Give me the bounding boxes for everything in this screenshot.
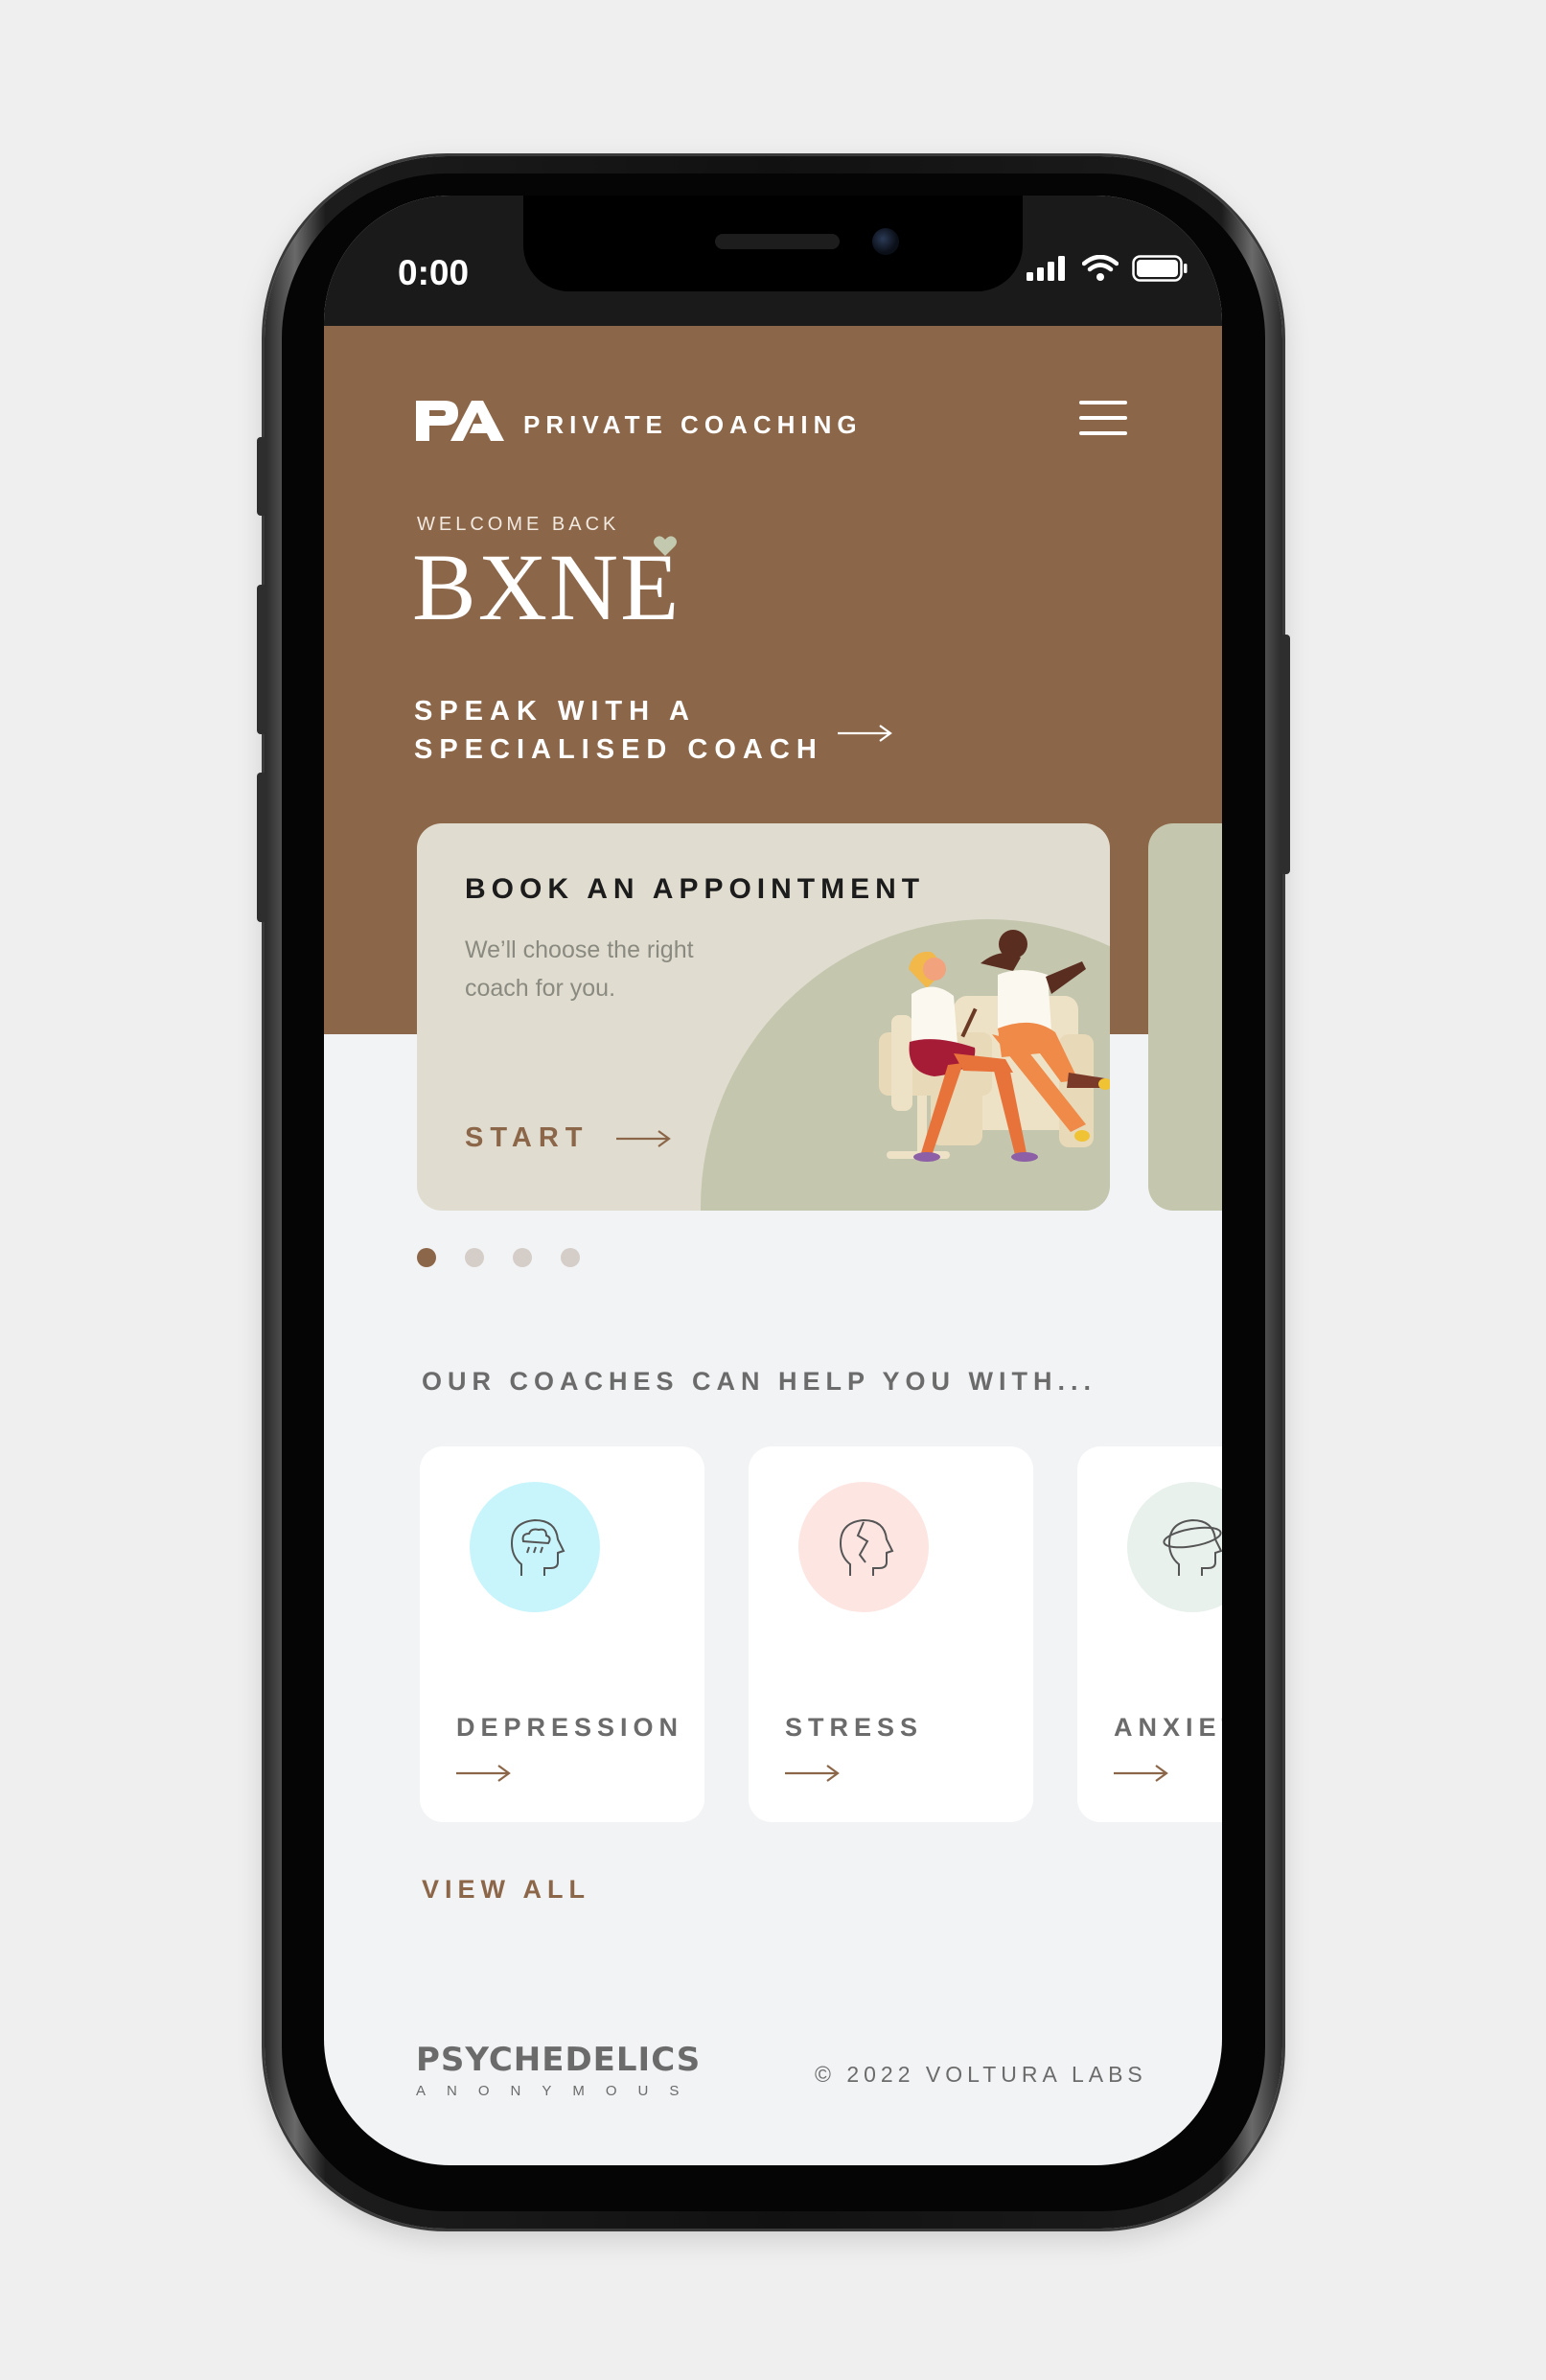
battery-icon [1132,255,1188,282]
topic-label: ANXIETY [1114,1713,1222,1742]
arrow-right-icon [785,1765,840,1782]
copyright: © 2022 VOLTURA LABS [815,2062,1147,2087]
head-crack-icon [839,1518,894,1576]
arrow-right-icon [456,1765,511,1782]
next-carousel-card[interactable] [1148,823,1222,1211]
pagination-dot-3[interactable] [513,1248,532,1267]
cta-text: SPEAK WITH A SPECIALISED COACH [414,692,826,769]
logo-icon [416,401,504,441]
menu-line [1079,401,1127,404]
topic-card-anxiety[interactable]: ANXIETY [1077,1446,1222,1822]
footer-logo-main: PSYCHEDELICS [416,2041,702,2079]
arrow-right-icon [838,725,892,742]
help-section-title: OUR COACHES CAN HELP YOU WITH... [422,1367,1097,1396]
phone-volume-down [257,773,266,922]
start-label: START [465,1122,589,1153]
head-orbit-icon [1163,1518,1222,1576]
wifi-icon [1082,255,1119,281]
topic-icon-bg [798,1482,929,1612]
topic-icon-bg [1127,1482,1222,1612]
front-camera [872,228,899,255]
signal-icon [1027,256,1065,281]
notch [523,196,1023,291]
speak-with-coach-link[interactable]: SPEAK WITH A SPECIALISED COACH [414,692,893,769]
status-time: 0:00 [398,253,470,292]
topic-icon-bg [470,1482,600,1612]
topic-card-depression[interactable]: DEPRESSION [420,1446,704,1822]
phone-silent-switch [257,437,266,516]
footer-logo-sub: ANONYMOUS [416,2083,701,2099]
heart-icon [654,536,677,556]
topic-label: STRESS [785,1713,924,1742]
appointment-title: BOOK AN APPOINTMENT [465,873,926,905]
appointment-subtitle: We’ll choose the right coach for you. [465,936,694,1002]
book-appointment-card[interactable]: BOOK AN APPOINTMENT We’ll choose the rig… [417,823,1110,1211]
pagination-dot-1[interactable] [417,1248,436,1267]
footer-logo: PSYCHEDELICS ANONYMOUS [416,2041,701,2099]
brand-title: PRIVATE COACHING [523,410,863,439]
arrow-right-icon [615,1129,671,1147]
hamburger-menu-button[interactable] [1079,401,1127,441]
start-button[interactable]: START [465,1122,672,1154]
view-all-link[interactable]: VIEW ALL [422,1875,590,1905]
menu-line [1079,416,1127,420]
head-cloud-icon [510,1518,565,1576]
status-bar: 0:00 [324,196,1222,326]
speaker-grille [715,234,840,249]
phone-volume-up [257,585,266,734]
status-icons [1027,255,1188,282]
topic-label: DEPRESSION [456,1713,684,1742]
pagination-dot-4[interactable] [561,1248,580,1267]
menu-line [1079,431,1127,435]
topic-card-stress[interactable]: STRESS [749,1446,1033,1822]
app-screen: 0:00 PRIVATE COACHING WELCOME BACK BXNE … [324,196,1222,2165]
carousel-pagination [417,1248,580,1267]
pagination-dot-2[interactable] [465,1248,484,1267]
welcome-label: WELCOME BACK [417,514,620,535]
user-name: BXNE [412,534,681,640]
phone-power-button [1281,635,1290,874]
arrow-right-icon [1114,1765,1168,1782]
cta-line-2: SPECIALISED COACH [414,734,823,765]
cta-line-1: SPEAK WITH A [414,696,696,727]
